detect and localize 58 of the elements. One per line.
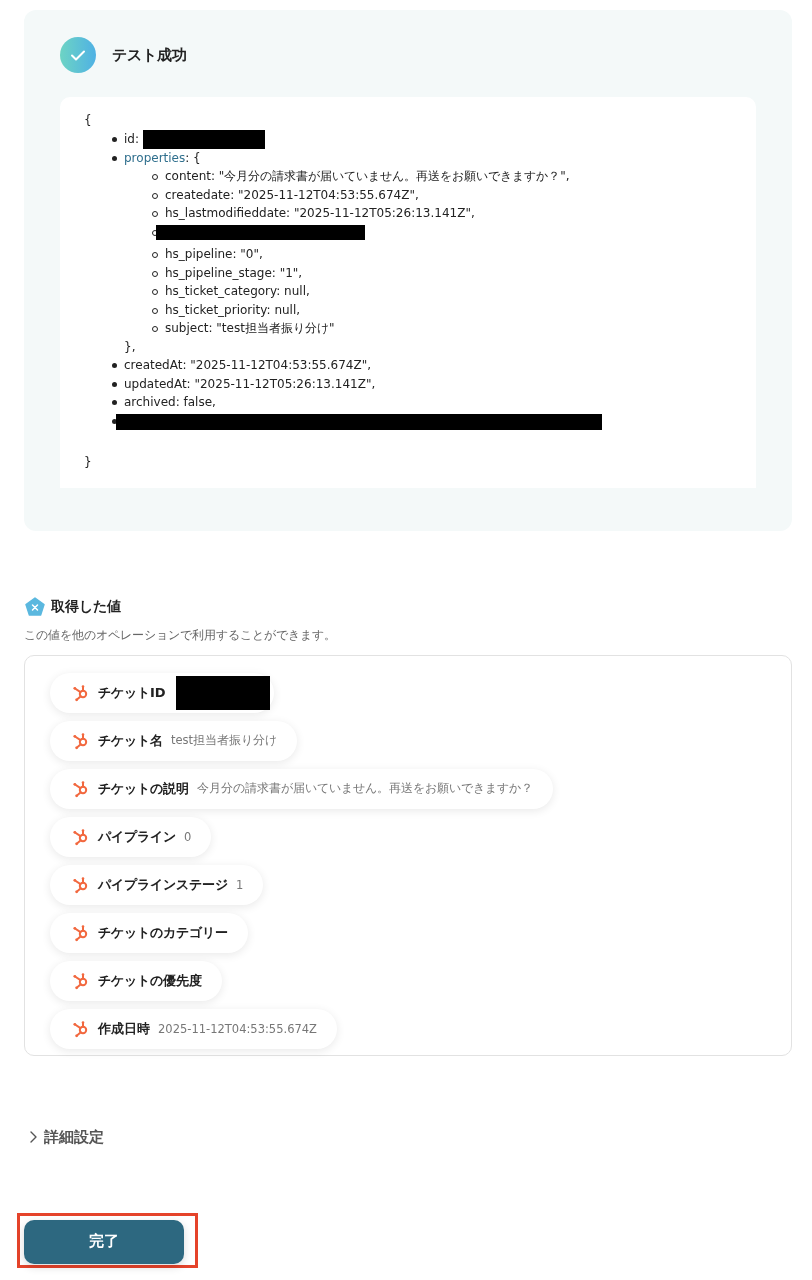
bullet-icon: [112, 381, 117, 387]
bullet-icon: [112, 136, 117, 142]
value-chip[interactable]: 作成日時 2025-11-12T04:53:55.674Z: [50, 1008, 337, 1049]
hub-icon: [72, 731, 89, 750]
chip-label: チケットの優先度: [98, 971, 202, 990]
chip-value: test担当者振り分け: [171, 733, 278, 748]
hub-icon: [72, 1019, 89, 1038]
chip-value: 2025-11-12T04:53:55.674Z: [158, 1021, 317, 1036]
done-button[interactable]: 完了: [24, 1219, 184, 1264]
chip-value: 今月分の請求書が届いていません。再送をお願いできますか？: [197, 781, 533, 796]
bullet-icon: [112, 363, 117, 368]
value-chip[interactable]: チケットID: [50, 672, 274, 713]
json-line: updatedAt: "2025-11-12T05:26:13.141Z",: [124, 376, 376, 391]
json-line: hs_ticket_priority: null,: [165, 302, 301, 317]
value-chip[interactable]: チケットの説明 今月分の請求書が届いていません。再送をお願いできますか？: [50, 768, 553, 809]
check-icon: [60, 37, 96, 73]
json-key: id:: [124, 129, 139, 149]
json-line: hs_ticket_category: null,: [165, 284, 310, 298]
hub-icon: [72, 779, 89, 798]
hub-icon: [72, 971, 89, 990]
value-chip[interactable]: チケット名 test担当者振り分け: [50, 720, 298, 761]
bullet-icon: [112, 155, 117, 161]
bullet-icon: [112, 400, 117, 405]
json-brace: }: [84, 454, 93, 471]
value-chip[interactable]: チケットの優先度: [50, 960, 222, 1001]
json-brace: : {: [185, 149, 201, 167]
chip-label: パイプライン: [98, 827, 176, 846]
chip-label: チケットのカテゴリー: [98, 923, 228, 942]
value-chip[interactable]: パイプライン 0: [50, 816, 212, 857]
hub-icon: [72, 875, 89, 894]
chip-label: 作成日時: [98, 1019, 150, 1038]
json-brace: },: [124, 338, 137, 356]
json-line: subject: "test担当者振り分け": [165, 321, 335, 335]
hub-icon: [72, 827, 89, 846]
value-chip[interactable]: チケットのカテゴリー: [50, 912, 248, 953]
hub-icon: [72, 683, 89, 702]
result-title: テスト成功: [112, 45, 187, 65]
json-line: content: "今月分の請求書が届いていません。再送をお願いできますか？",: [165, 169, 570, 183]
json-line: hs_lastmodifieddate: "2025-11-12T05:26:13.141Z",: [165, 206, 475, 220]
chip-label: チケットID: [98, 683, 166, 702]
chevron-icon: [28, 1130, 38, 1144]
variable-icon: [25, 596, 45, 617]
json-line: hs_pipeline_stage: "1",: [165, 265, 303, 280]
chip-value: 1: [236, 877, 244, 892]
advanced-settings-toggle[interactable]: 詳細設定: [28, 1127, 104, 1147]
hub-icon: [72, 923, 89, 942]
section-title: 取得した値: [51, 597, 121, 616]
section-description: この値を他のオペレーションで利用することができます。: [24, 626, 337, 644]
json-line: createdate: "2025-11-12T04:53:55.674Z",: [165, 187, 419, 202]
chip-value: 0: [184, 829, 192, 844]
json-line: hs_pipeline: "0",: [165, 247, 263, 261]
json-brace: {: [84, 112, 93, 129]
json-line: archived: false,: [124, 395, 216, 409]
chip-label: チケット名: [98, 731, 163, 750]
chip-label: パイプラインステージ: [98, 875, 228, 894]
json-line: createdAt: "2025-11-12T04:53:55.674Z",: [124, 358, 372, 372]
chip-label: チケットの説明: [98, 779, 189, 798]
value-chip[interactable]: パイプラインステージ 1: [50, 864, 264, 905]
